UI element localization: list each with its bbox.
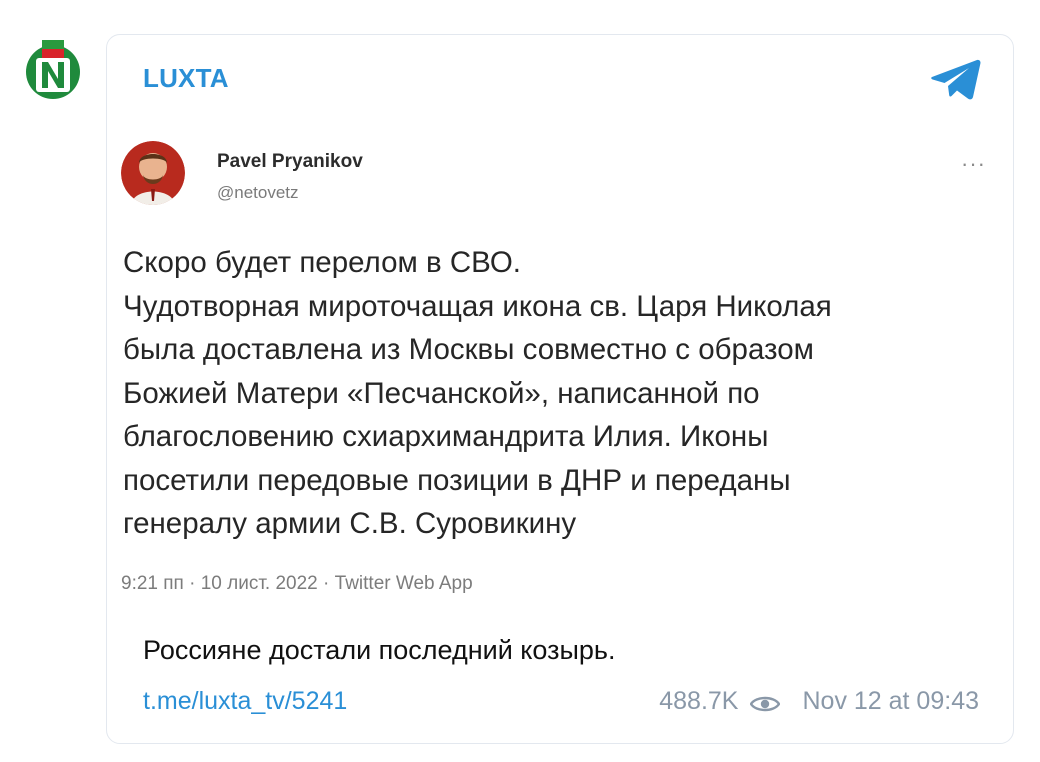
channel-avatar[interactable]	[18, 34, 88, 104]
tweet-text-line: посетили передовые позиции в ДНР и перед…	[123, 463, 791, 497]
tweet-author-avatar	[121, 141, 185, 205]
view-count: 488.7K	[659, 687, 739, 715]
channel-name[interactable]: LUXTA	[143, 63, 229, 94]
tweet-screenshot[interactable]: Pavel Pryanikov @netovetz ··· Скоро буде…	[107, 121, 1012, 651]
luxta-logo-icon	[18, 34, 88, 104]
post-link[interactable]: t.me/luxta_tv/5241	[143, 687, 347, 716]
post-card: LUXTA Pavel Pryanikov @netovetz ··· Скор…	[106, 34, 1014, 744]
tweet-text-line: Божией Матери «Песчанской», написанной п…	[123, 376, 760, 410]
tweet-text-line: генералу армии С.В. Суровикину	[123, 507, 577, 540]
post-footer: 488.7K Nov 12 at 09:43	[659, 687, 979, 716]
tweet-author-name: Pavel Pryanikov	[217, 151, 363, 172]
tweet-text-line: Чудотворная мироточащая икона св. Царя Н…	[123, 289, 832, 323]
tweet-text-line: благословению схиархимандрита Илия. Икон…	[123, 420, 769, 453]
tweet-text-line: Скоро будет перелом в СВО.	[123, 246, 521, 279]
post-date[interactable]: Nov 12 at 09:43	[802, 687, 979, 716]
tweet-meta: 9:21 пп · 10 лист. 2022 · Twitter Web Ap…	[121, 573, 473, 594]
telegram-icon[interactable]	[929, 57, 983, 103]
tweet-text: Скоро будет перелом в СВО. Чудотворная м…	[123, 241, 1003, 546]
tweet-text-line: была доставлена из Москвы совместно с об…	[123, 333, 814, 366]
more-icon: ···	[961, 151, 986, 176]
tweet-author-handle: @netovetz	[217, 183, 299, 202]
eye-icon	[750, 692, 781, 712]
telegram-post-widget: LUXTA Pavel Pryanikov @netovetz ··· Скор…	[0, 0, 1040, 762]
post-caption: Россияне достали последний козырь.	[143, 635, 616, 665]
